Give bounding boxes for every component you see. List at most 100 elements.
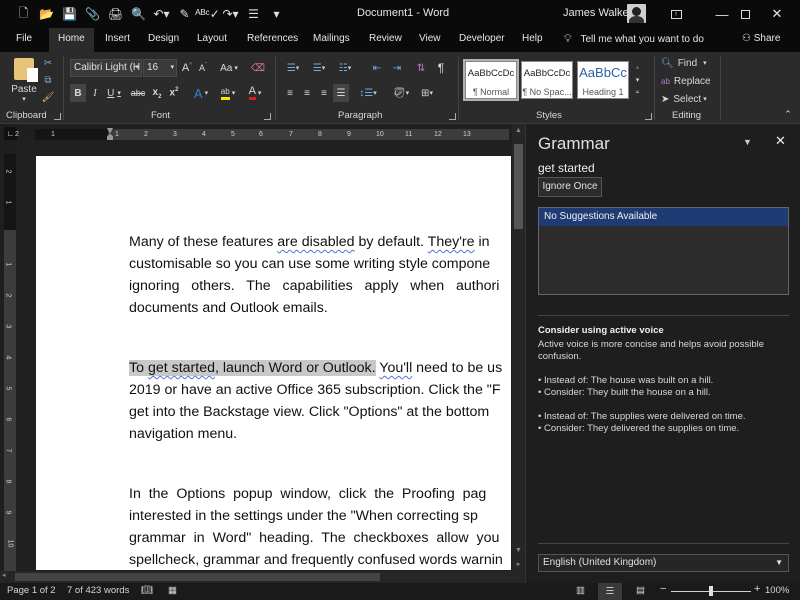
bullets-button[interactable]: ☰ ▾: [282, 59, 304, 77]
undo-icon[interactable]: ↶▾: [150, 3, 173, 25]
text-effects-button[interactable]: A ▾: [190, 84, 212, 102]
numbering-button[interactable]: ☰ ▾: [308, 59, 330, 77]
underline-button[interactable]: U ▾: [104, 84, 124, 102]
open-icon[interactable]: 📂: [35, 3, 58, 25]
paragraph[interactable]: In the Options popup window, click the P…: [129, 483, 511, 570]
ribbon-display-options-button[interactable]: ↑: [653, 0, 699, 28]
suggestions-list[interactable]: No Suggestions Available: [538, 207, 789, 295]
zoom-out-button[interactable]: −: [660, 583, 666, 595]
zoom-in-button[interactable]: +: [754, 583, 760, 595]
align-left-button[interactable]: ≡: [282, 84, 298, 102]
collapse-ribbon-button[interactable]: ⌃: [782, 108, 794, 120]
superscript-button[interactable]: x2: [167, 84, 181, 102]
avatar[interactable]: [627, 4, 646, 23]
scroll-right-arrow-icon[interactable]: ▸: [512, 558, 525, 571]
styles-dialog-launcher[interactable]: [645, 113, 652, 120]
tab-references[interactable]: References: [238, 28, 307, 52]
font-name-select[interactable]: Calibri Light (H ▾: [70, 59, 142, 77]
form-icon[interactable]: ☰: [242, 3, 265, 25]
pane-close-button[interactable]: ✕: [775, 133, 786, 149]
paragraph[interactable]: Many of these features are disabled by d…: [129, 231, 511, 319]
shading-button[interactable]: 🪣︎ ▾: [390, 84, 412, 102]
sort-button[interactable]: ⇅: [413, 59, 429, 77]
read-mode-button[interactable]: ▥: [576, 585, 585, 596]
bold-button[interactable]: B: [70, 84, 86, 102]
redo-icon[interactable]: ↷▾: [219, 3, 242, 25]
horizontal-scroll-thumb[interactable]: [15, 573, 380, 581]
grow-font-button[interactable]: A^: [180, 60, 194, 76]
find-button[interactable]: 🔍︎ Find ▾: [661, 55, 707, 71]
style-heading-1[interactable]: AaBbCc Heading 1: [577, 61, 629, 99]
decrease-indent-button[interactable]: ⇤: [368, 59, 386, 77]
edit-icon[interactable]: ✎: [173, 3, 196, 25]
format-painter-button[interactable]: 🖌︎: [40, 89, 56, 105]
font-size-select[interactable]: 16 ▾: [143, 59, 177, 77]
close-button[interactable]: ✕: [754, 0, 800, 28]
styles-scroll-up-button[interactable]: ▴: [632, 61, 643, 73]
zoom-level[interactable]: 100%: [765, 585, 789, 596]
tab-home[interactable]: Home: [49, 28, 94, 52]
paragraph[interactable]: To get started, launch Word or Outlook. …: [129, 357, 511, 445]
styles-more-button[interactable]: ⩡: [632, 87, 643, 99]
scroll-left-arrow-icon[interactable]: ◂: [2, 571, 6, 579]
shrink-font-button[interactable]: Aˇ: [196, 60, 210, 76]
language-select[interactable]: English (United Kingdom) ▼: [538, 554, 789, 572]
macro-recording-icon[interactable]: ▦: [168, 585, 177, 596]
tab-layout[interactable]: Layout: [188, 28, 236, 52]
multilevel-list-button[interactable]: ☷ ▾: [334, 59, 356, 77]
print-preview-icon[interactable]: 🖨: [104, 3, 127, 25]
tab-insert[interactable]: Insert: [96, 28, 139, 52]
increase-indent-button[interactable]: ⇥: [388, 59, 406, 77]
pane-options-button[interactable]: ▼: [743, 137, 752, 147]
paste-button[interactable]: Paste ▾: [8, 56, 40, 104]
replace-button[interactable]: ab Replace: [661, 73, 711, 89]
spelling-icon[interactable]: ᴬᴮᶜ✓: [195, 3, 220, 25]
new-document-icon[interactable]: 🗋: [12, 3, 35, 25]
web-layout-button[interactable]: ▤: [636, 585, 645, 596]
change-case-button[interactable]: Aa ▾: [216, 60, 242, 76]
tab-view[interactable]: View: [410, 28, 450, 52]
customize-qat-icon[interactable]: ▾: [265, 3, 288, 25]
select-button[interactable]: ➤ Select ▾: [661, 91, 707, 107]
show-formatting-button[interactable]: ¶: [434, 59, 448, 77]
document-page[interactable]: Many of these features are disabled by d…: [36, 156, 511, 570]
scroll-thumb[interactable]: [514, 144, 523, 229]
cut-button[interactable]: ✂: [40, 55, 56, 71]
scroll-down-arrow-icon[interactable]: ▼: [512, 544, 525, 557]
tab-review[interactable]: Review: [360, 28, 411, 52]
clipboard-dialog-launcher[interactable]: [54, 113, 61, 120]
highlight-color-button[interactable]: ab ▾: [216, 84, 240, 102]
italic-button[interactable]: I: [88, 84, 102, 102]
align-center-button[interactable]: ≡: [299, 84, 315, 102]
tab-mailings[interactable]: Mailings: [304, 28, 359, 52]
user-name[interactable]: James Walker: [563, 7, 632, 19]
align-right-button[interactable]: ≡: [316, 84, 332, 102]
horizontal-scrollbar[interactable]: ◂: [0, 571, 525, 583]
borders-button[interactable]: ⊞ ▾: [416, 84, 438, 102]
save-icon[interactable]: 💾: [58, 3, 81, 25]
proofing-icon[interactable]: 📖︎: [141, 585, 153, 596]
strikethrough-button[interactable]: abc: [129, 84, 147, 102]
style-normal[interactable]: AaBbCcDc ¶ Normal: [463, 59, 519, 101]
tab-developer[interactable]: Developer: [450, 28, 514, 52]
tell-me-search[interactable]: 💡︎ Tell me what you want to do: [555, 28, 713, 52]
page-count[interactable]: Page 1 of 2: [7, 585, 56, 596]
document-canvas[interactable]: Many of these features are disabled by d…: [17, 140, 511, 570]
font-dialog-launcher[interactable]: [264, 113, 271, 120]
vertical-scrollbar[interactable]: ▲ ▼ ▸: [512, 124, 525, 571]
attach-icon[interactable]: 📎: [81, 3, 104, 25]
style-no-spacing[interactable]: AaBbCcDc ¶ No Spac...: [521, 61, 573, 99]
copy-button[interactable]: ⧉: [40, 72, 56, 88]
justify-button[interactable]: ☰: [333, 84, 349, 102]
tab-design[interactable]: Design: [139, 28, 188, 52]
tab-file[interactable]: File: [7, 28, 41, 52]
print-layout-button[interactable]: ☰: [598, 583, 622, 600]
vertical-ruler[interactable]: 211234567891011: [4, 154, 16, 578]
share-button[interactable]: ⚇ Share: [733, 28, 789, 52]
word-count[interactable]: 7 of 423 words: [67, 585, 129, 596]
zoom-slider-thumb[interactable]: [709, 586, 713, 596]
subscript-button[interactable]: x2: [150, 84, 164, 102]
clear-formatting-button[interactable]: ⌫: [250, 60, 266, 76]
print-preview-zoom-icon[interactable]: 🔍: [127, 3, 150, 25]
styles-scroll-down-button[interactable]: ▾: [632, 74, 643, 86]
